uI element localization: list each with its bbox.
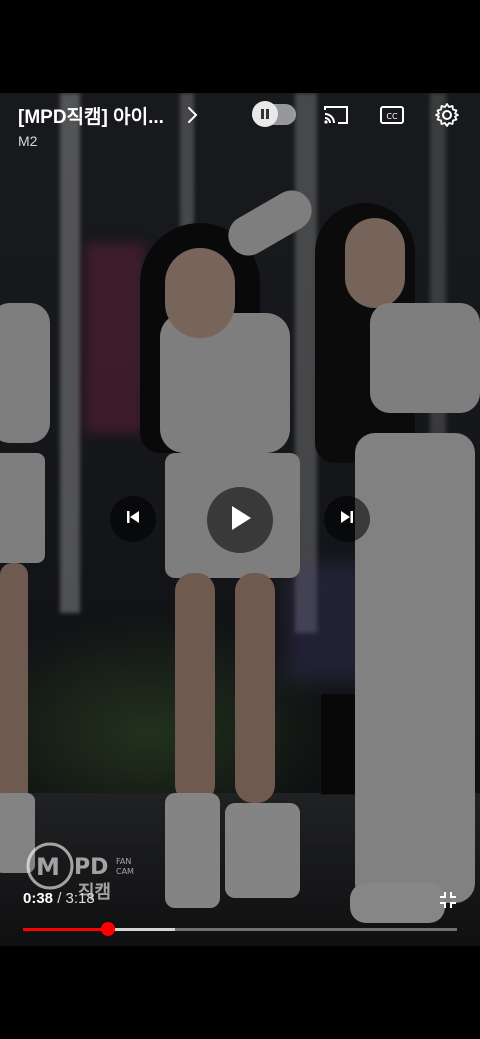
exit-fullscreen-icon[interactable] bbox=[436, 888, 460, 912]
skip-previous-icon bbox=[124, 508, 142, 531]
chevron-right-icon[interactable] bbox=[182, 103, 204, 127]
total-duration: 3:18 bbox=[65, 890, 95, 907]
svg-text:M: M bbox=[36, 853, 60, 881]
autoplay-toggle[interactable] bbox=[252, 101, 296, 127]
previous-button[interactable] bbox=[110, 496, 156, 542]
play-button[interactable] bbox=[207, 487, 273, 553]
gear-icon[interactable] bbox=[431, 99, 463, 131]
status-bar bbox=[0, 0, 480, 93]
svg-text:PD: PD bbox=[74, 855, 108, 880]
bottom-bar bbox=[0, 946, 480, 1039]
progress-scrubber[interactable] bbox=[100, 922, 115, 936]
channel-name[interactable]: M2 bbox=[18, 133, 37, 149]
progress-bar[interactable] bbox=[23, 922, 457, 936]
progress-played bbox=[23, 928, 108, 931]
svg-text:CC: CC bbox=[386, 112, 398, 121]
current-time: 0:38 bbox=[23, 890, 54, 907]
pause-icon bbox=[252, 101, 278, 127]
cast-icon[interactable] bbox=[320, 99, 352, 131]
time-separator: / bbox=[53, 890, 66, 907]
video-title[interactable]: [MPD직캠] 아이... bbox=[18, 102, 178, 129]
closed-captions-icon[interactable]: CC bbox=[376, 99, 408, 131]
svg-text:FAN: FAN bbox=[116, 857, 131, 866]
svg-text:CAM: CAM bbox=[116, 867, 134, 876]
skip-next-icon bbox=[338, 508, 356, 531]
time-display: 0:38 / 3:18 bbox=[23, 890, 95, 907]
next-button[interactable] bbox=[324, 496, 370, 542]
play-icon bbox=[227, 504, 253, 537]
